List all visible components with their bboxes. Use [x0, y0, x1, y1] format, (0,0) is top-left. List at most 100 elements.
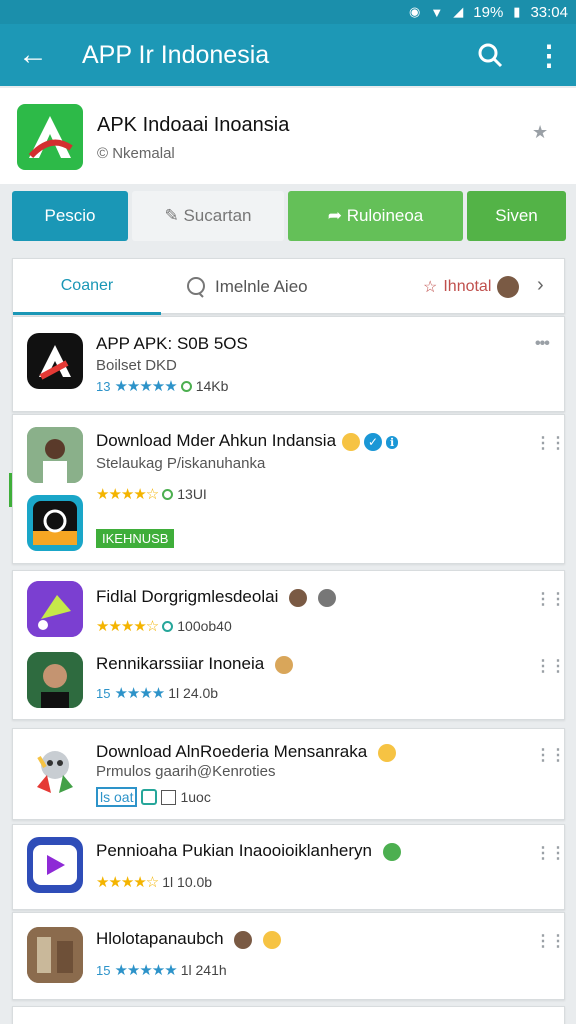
- sub-tabs: Coaner Imelnle Aieo ☆ Ihnotal ›: [12, 258, 565, 315]
- smile-emoji-icon: [342, 432, 361, 451]
- chat-bubble-icon: [382, 842, 401, 861]
- status-bar: ◉ ▼ ◢ 19% ▮ 33:04: [0, 0, 576, 24]
- item-menu-icon[interactable]: •••: [535, 335, 550, 353]
- app-icon: [27, 581, 83, 637]
- crown-icon: [263, 930, 282, 949]
- app-icon: [27, 743, 83, 799]
- rating-stars: ★★★★★: [114, 962, 177, 979]
- status-tag: IKEHNUSB: [96, 529, 175, 548]
- wifi-icon: ▼: [430, 4, 444, 20]
- item-menu-icon[interactable]: ⋮⋮: [535, 656, 566, 676]
- location-icon: ◉: [409, 4, 421, 19]
- circle-icon: [317, 588, 336, 607]
- search-icon: [478, 43, 503, 68]
- item-title: Download AlnRoederia Mensanraka: [96, 742, 396, 762]
- tab-first[interactable]: Coaner: [13, 259, 161, 315]
- item-menu-icon[interactable]: ⋮⋮: [535, 589, 566, 609]
- chevron-right-icon[interactable]: ›: [537, 274, 544, 297]
- verified-icon: ✓: [364, 433, 383, 451]
- item-menu-icon[interactable]: ⋮⋮: [535, 843, 566, 863]
- smile-emoji-icon: [377, 743, 396, 762]
- page-title: APP Ir Indonesia: [82, 40, 270, 69]
- search-button[interactable]: [458, 24, 522, 86]
- list-card: Fidlal Dorgrigmlesdeolai ★★★★☆ 100ob40 ⋮…: [12, 570, 566, 721]
- list-card: Pennioaha Pukian Inaooioiklanheryn ★★★★☆…: [12, 824, 566, 911]
- tab-third[interactable]: ☆ Ihnotal: [423, 259, 520, 315]
- avatar-icon: [289, 588, 308, 607]
- app-bar: ← APP Ir Indonesia ⋮: [0, 24, 576, 86]
- share-icon: ➦: [327, 206, 347, 225]
- rating-stars: ★★★★☆: [96, 618, 159, 635]
- accent-bar: [9, 473, 12, 507]
- action-bar: Pescio ✎ Sucartan ➦ Ruloineoa Siven: [12, 191, 566, 241]
- clock: 33:04: [530, 3, 568, 21]
- rating-stars: ★★★★☆: [96, 486, 159, 503]
- item-menu-icon[interactable]: ⋮⋮: [535, 931, 566, 951]
- item-title: Fidlal Dorgrigmlesdeolai: [96, 587, 336, 607]
- item-meta: ★★★★☆ 100ob40: [96, 618, 232, 635]
- list-item[interactable]: Rennikarssiiar Inoneia 15 ★★★★ 1l 24.0b …: [13, 646, 566, 721]
- list-item[interactable]: Download Mder Ahkun Indansia ✓ ℹ Stelaukag…: [13, 415, 566, 565]
- toggle-icon: [141, 789, 158, 805]
- item-title: Pennioaha Pukian Inaooioiklanheryn: [96, 841, 401, 861]
- app-icon: [27, 652, 83, 708]
- battery-icon: ▮: [513, 4, 521, 19]
- app-icon: [27, 837, 83, 893]
- chat-icon: [187, 277, 205, 298]
- list-item[interactable]: Fidlal Dorgrigmlesdeolai ★★★★☆ 100ob40 ⋮…: [13, 571, 566, 646]
- battery-percent: 19%: [473, 3, 504, 21]
- item-meta: ★★★★☆ 13UI: [96, 486, 207, 503]
- item-title: Rennikarssiiar Inoneia: [96, 654, 293, 674]
- item-meta: 15 ★★★★ 1l 24.0b: [96, 685, 219, 702]
- item-meta: 13 ★★★★★ 14Kb: [96, 378, 229, 395]
- list-item[interactable]: Download AlnRoederia Mensanraka Prmulos …: [13, 729, 566, 821]
- action-button-c[interactable]: ➦ Ruloineoa: [288, 191, 463, 241]
- badge-label: ls oat: [96, 787, 138, 807]
- item-title: Download Mder Ahkun Indansia ✓ ℹ: [96, 431, 399, 451]
- list-card: APP APK: S0B 5OS Boilset DKD 13 ★★★★★ 14…: [12, 316, 565, 412]
- signal-icon: ◢: [453, 4, 464, 19]
- list-card: Download Mder Ahkun Indansia ✓ ℹ Stelaukag…: [9, 414, 566, 565]
- edit-icon: ✎: [164, 206, 184, 225]
- rating-stars: ★★★★★: [114, 378, 177, 395]
- app-name: APK Indoaai Inoansia: [97, 114, 290, 136]
- rating-stars: ★★★★: [114, 685, 165, 702]
- info-badge-icon: ℹ: [386, 436, 399, 449]
- rating-stars: ★★★★☆: [96, 874, 159, 891]
- list-item[interactable]: APP APK: S0B 5OS Boilset DKD 13 ★★★★★ 14…: [13, 317, 566, 413]
- action-button-b[interactable]: ✎ Sucartan: [132, 191, 284, 241]
- list-card: Download AlnRoederia Mensanraka Prmulos …: [12, 728, 566, 821]
- tab-second[interactable]: Imelnle Aieo: [185, 259, 308, 315]
- item-subtitle: Prmulos gaarih@Kenroties: [96, 763, 276, 780]
- list-item[interactable]: Pennioaha Pukian Inaooioiklanheryn ★★★★☆…: [13, 825, 566, 911]
- secondary-app-icon: [27, 495, 83, 551]
- verified-dot-icon: [162, 488, 174, 500]
- app-icon: [27, 427, 83, 483]
- item-subtitle: Boilset DKD: [96, 357, 177, 374]
- app-icon: [27, 927, 83, 983]
- back-arrow-icon[interactable]: ←: [0, 40, 66, 70]
- avatar: [497, 276, 520, 298]
- item-menu-icon[interactable]: ⋮⋮: [535, 745, 566, 765]
- app-subtitle: © Nkemalal: [97, 145, 175, 162]
- verified-dot-icon: [162, 620, 174, 632]
- action-button-d[interactable]: Siven: [467, 191, 566, 241]
- list-item[interactable]: Hlolotapanaubch 15 ★★★★★ 1l 241h ⋮⋮: [13, 913, 566, 1001]
- item-menu-icon[interactable]: ⋮⋮: [535, 433, 566, 453]
- item-meta: 15 ★★★★★ 1l 241h: [96, 962, 227, 979]
- favorite-icon[interactable]: ★: [532, 122, 548, 143]
- app-logo: [17, 104, 83, 170]
- item-meta: ls oat 1uoc: [96, 787, 211, 807]
- star-outline-icon: ☆: [423, 279, 438, 296]
- checkbox[interactable]: [161, 789, 177, 805]
- verified-dot-icon: [180, 380, 192, 392]
- item-subtitle: Stelaukag P/iskanuhanka: [96, 455, 266, 472]
- app-header: APK Indoaai Inoansia © Nkemalal ★: [0, 88, 576, 184]
- more-vert-icon[interactable]: ⋮: [522, 24, 576, 86]
- app-icon: [27, 333, 83, 389]
- action-button-a[interactable]: Pescio: [12, 191, 128, 241]
- item-title: Hlolotapanaubch: [96, 929, 282, 949]
- cake-emoji-icon: [274, 655, 293, 674]
- list-card: [12, 1006, 565, 1024]
- item-meta: ★★★★☆ 1l 10.0b: [96, 874, 213, 891]
